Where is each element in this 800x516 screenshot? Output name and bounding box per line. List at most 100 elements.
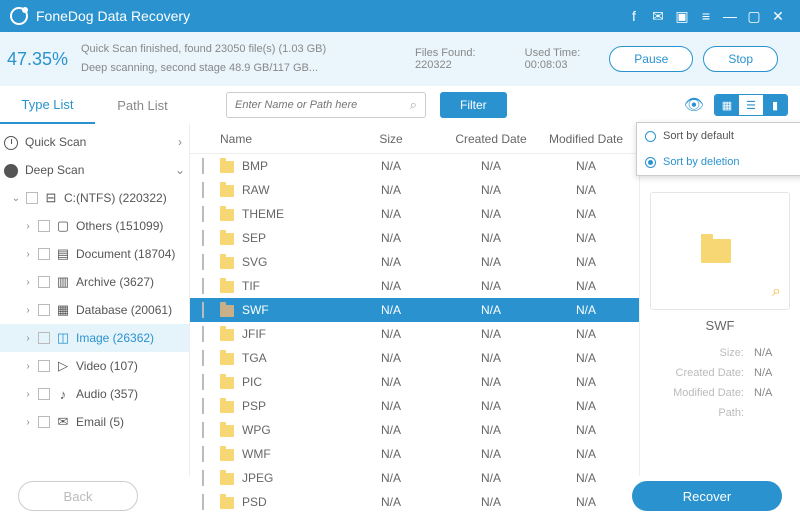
file-row[interactable]: JPEGN/AN/AN/A — [190, 466, 639, 490]
col-name[interactable]: Name — [216, 132, 336, 146]
checkbox[interactable] — [202, 494, 204, 510]
used-time-value: 00:08:03 — [525, 59, 568, 71]
col-created[interactable]: Created Date — [446, 132, 536, 146]
tree-item-4[interactable]: ›◫Image (26362) — [0, 324, 189, 352]
file-row[interactable]: BMPN/AN/AN/A — [190, 154, 639, 178]
pv-path-label: Path: — [650, 407, 744, 419]
file-row[interactable]: SWFN/AN/AN/A — [190, 298, 639, 322]
back-button[interactable]: Back — [18, 481, 138, 511]
checkbox[interactable] — [202, 302, 204, 318]
view-grid-icon[interactable]: ▦ — [715, 95, 739, 115]
sort-deletion[interactable]: Sort by deletion — [637, 149, 800, 175]
file-row[interactable]: SVGN/AN/AN/A — [190, 250, 639, 274]
checkbox[interactable] — [38, 388, 50, 400]
category-icon: ▢ — [55, 218, 71, 234]
checkbox[interactable] — [38, 332, 50, 344]
checkbox[interactable] — [38, 220, 50, 232]
tree-quick-scan[interactable]: Quick Scan› — [0, 128, 189, 156]
recover-button[interactable]: Recover — [632, 481, 782, 511]
files-found-value: 220322 — [415, 59, 452, 71]
pv-created-label: Created Date: — [650, 367, 744, 379]
facebook-icon[interactable]: f — [622, 4, 646, 28]
checkbox[interactable] — [202, 326, 204, 342]
save-icon[interactable]: ▣ — [670, 4, 694, 28]
view-detail-icon[interactable]: ▮ — [763, 95, 787, 115]
checkbox[interactable] — [202, 182, 204, 198]
search-icon[interactable]: ⌕ — [410, 97, 417, 113]
folder-icon — [220, 209, 234, 221]
checkbox[interactable] — [202, 446, 204, 462]
files-found-label: Files Found: — [415, 47, 476, 59]
checkbox[interactable] — [202, 254, 204, 270]
tree-item-6[interactable]: ›♪Audio (357) — [0, 380, 189, 408]
tab-path-list[interactable]: Path List — [95, 86, 190, 124]
file-row[interactable]: PICN/AN/AN/A — [190, 370, 639, 394]
preview-name: SWF — [650, 318, 790, 333]
file-row[interactable]: WPGN/AN/AN/A — [190, 418, 639, 442]
feedback-icon[interactable]: ✉ — [646, 4, 670, 28]
folder-icon — [220, 281, 234, 293]
minimize-button[interactable]: — — [718, 4, 742, 28]
checkbox[interactable] — [38, 416, 50, 428]
category-icon: ▦ — [55, 302, 71, 318]
scan-status-bar: 47.35% Quick Scan finished, found 23050 … — [0, 32, 800, 86]
titlebar: FoneDog Data Recovery f ✉ ▣ ≡ — ▢ ✕ — [0, 0, 800, 32]
view-list-icon[interactable]: ☰ — [739, 95, 763, 115]
checkbox[interactable] — [202, 398, 204, 414]
file-row[interactable]: TIFN/AN/AN/A — [190, 274, 639, 298]
checkbox[interactable] — [38, 248, 50, 260]
tree-item-2[interactable]: ›▥Archive (3627) — [0, 268, 189, 296]
tree-item-0[interactable]: ›▢Others (151099) — [0, 212, 189, 240]
tree-deep-scan[interactable]: Deep Scan⌄ — [0, 156, 189, 184]
col-size[interactable]: Size — [336, 132, 446, 146]
tree-item-3[interactable]: ›▦Database (20061) — [0, 296, 189, 324]
file-row[interactable]: TGAN/AN/AN/A — [190, 346, 639, 370]
search-box[interactable]: ⌕ — [226, 92, 426, 118]
file-row[interactable]: WMFN/AN/AN/A — [190, 442, 639, 466]
pv-size-value: N/A — [754, 347, 790, 359]
menu-icon[interactable]: ≡ — [694, 4, 718, 28]
pv-created-value: N/A — [754, 367, 790, 379]
clock-filled-icon — [4, 164, 18, 178]
category-icon: ✉ — [55, 414, 71, 430]
folder-icon — [220, 401, 234, 413]
file-row[interactable]: PSPN/AN/AN/A — [190, 394, 639, 418]
tree-drive[interactable]: ⌄ ⊟ C:(NTFS) (220322) — [0, 184, 189, 212]
checkbox[interactable] — [202, 278, 204, 294]
magnify-icon[interactable]: ⌕ — [772, 283, 781, 301]
pause-button[interactable]: Pause — [609, 46, 693, 72]
filter-button[interactable]: Filter — [440, 92, 507, 118]
checkbox[interactable] — [38, 360, 50, 372]
checkbox[interactable] — [202, 350, 204, 366]
checkbox[interactable] — [38, 304, 50, 316]
close-button[interactable]: ✕ — [766, 4, 790, 28]
checkbox[interactable] — [202, 158, 204, 174]
pv-size-label: Size: — [650, 347, 744, 359]
checkbox[interactable] — [202, 230, 204, 246]
checkbox[interactable] — [26, 192, 38, 204]
checkbox[interactable] — [202, 374, 204, 390]
sidebar-tree: Quick Scan› Deep Scan⌄ ⌄ ⊟ C:(NTFS) (220… — [0, 124, 190, 476]
clock-icon — [4, 136, 18, 150]
checkbox[interactable] — [202, 206, 204, 222]
checkbox[interactable] — [38, 276, 50, 288]
category-icon: ▷ — [55, 358, 71, 374]
file-row[interactable]: PSDN/AN/AN/A — [190, 490, 639, 514]
tree-item-5[interactable]: ›▷Video (107) — [0, 352, 189, 380]
col-modified[interactable]: Modified Date — [536, 132, 636, 146]
tree-item-1[interactable]: ›▤Document (18704) — [0, 240, 189, 268]
file-row[interactable]: THEMEN/AN/AN/A — [190, 202, 639, 226]
file-list: Name Size Created Date Modified Date BMP… — [190, 124, 640, 476]
tab-type-list[interactable]: Type List — [0, 86, 95, 124]
maximize-button[interactable]: ▢ — [742, 4, 766, 28]
stop-button[interactable]: Stop — [703, 46, 778, 72]
tree-item-7[interactable]: ›✉Email (5) — [0, 408, 189, 436]
preview-toggle-icon[interactable]: 👁 — [684, 95, 704, 115]
file-row[interactable]: SEPN/AN/AN/A — [190, 226, 639, 250]
sort-default[interactable]: Sort by default — [637, 123, 800, 149]
checkbox[interactable] — [202, 422, 204, 438]
file-row[interactable]: JFIFN/AN/AN/A — [190, 322, 639, 346]
file-row[interactable]: RAWN/AN/AN/A — [190, 178, 639, 202]
checkbox[interactable] — [202, 470, 204, 486]
search-input[interactable] — [235, 99, 410, 111]
